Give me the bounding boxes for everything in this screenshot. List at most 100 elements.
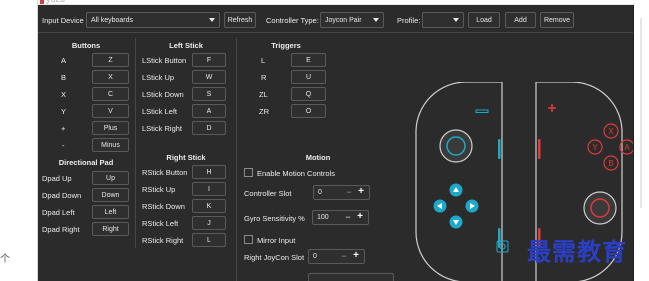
left-stick-section-title: Left Stick: [169, 41, 203, 50]
chevron-down-icon: [209, 18, 215, 22]
mirror-input-label: Mirror Input: [257, 236, 296, 245]
gyro-sensitivity-spinbox[interactable]: 100 − +: [312, 210, 369, 225]
lstick-button-binding[interactable]: F: [192, 53, 226, 67]
button-plus-binding[interactable]: Plus: [92, 121, 129, 135]
trigger-zr-label: ZR: [259, 107, 269, 116]
dpad-up-label: Dpad Up: [42, 174, 72, 183]
dpad-left-label: Dpad Left: [42, 208, 75, 217]
controller-type-select[interactable]: Joycon Pair: [320, 12, 384, 28]
chevron-down-icon: [373, 18, 379, 22]
page-scrollbar[interactable]: [640, 18, 642, 208]
y-button-glyph: Y: [592, 143, 598, 152]
dpad-section-title: Directional Pad: [58, 158, 114, 167]
right-joycon-slot-label: Right JoyCon Slot: [244, 253, 305, 262]
lstick-down-label: LStick Down: [142, 90, 184, 99]
right-joycon-slot-value: 0: [313, 253, 317, 260]
rstick-button-binding[interactable]: H: [192, 165, 226, 179]
profile-select[interactable]: [422, 12, 464, 28]
button-x-label: X: [61, 90, 67, 99]
motion-section-title: Motion: [305, 153, 331, 162]
enable-motion-checkbox[interactable]: [244, 168, 253, 177]
decrement-button[interactable]: −: [338, 251, 350, 261]
trigger-r-binding[interactable]: U: [291, 70, 326, 84]
rstick-right-binding[interactable]: L: [192, 233, 226, 247]
column-divider: [135, 38, 136, 248]
right-page-margin: [635, 0, 649, 281]
input-device-select[interactable]: All keyboards: [86, 12, 220, 28]
b-button-glyph: B: [608, 159, 613, 168]
lstick-down-binding[interactable]: S: [192, 87, 226, 101]
controller-slot-spinbox[interactable]: 0 − +: [313, 185, 370, 200]
watermark-logo: 最需教育: [527, 237, 627, 266]
button-x-binding[interactable]: C: [92, 87, 129, 101]
button-b-binding[interactable]: X: [92, 70, 129, 84]
trigger-zl-binding[interactable]: Q: [291, 87, 326, 101]
lstick-left-binding[interactable]: A: [192, 104, 226, 118]
left-edge-glyph: 个: [0, 254, 10, 265]
decrement-button[interactable]: −: [342, 212, 354, 222]
right-stick-icon: [583, 191, 617, 225]
button-minus-binding[interactable]: Minus: [92, 138, 129, 152]
triggers-section-title: Triggers: [271, 41, 301, 50]
increment-button[interactable]: +: [355, 186, 367, 197]
trigger-l-binding[interactable]: E: [291, 53, 326, 67]
increment-button[interactable]: +: [354, 211, 366, 222]
remove-button[interactable]: Remove: [540, 12, 574, 28]
right-rail-accent-top: [538, 139, 541, 159]
button-a-binding[interactable]: Z: [92, 53, 129, 67]
rstick-up-label: RStick Up: [142, 185, 176, 194]
load-button[interactable]: Load: [468, 12, 500, 28]
column-divider: [236, 38, 237, 281]
x-button-glyph: X: [608, 127, 614, 136]
dpad-up-binding[interactable]: Up: [92, 171, 129, 185]
gyro-sensitivity-value: 100: [317, 214, 329, 221]
dpad-down-binding[interactable]: Down: [92, 188, 129, 202]
controller-type-value: Joycon Pair: [325, 16, 362, 24]
profile-label: Profile:: [397, 16, 421, 25]
trigger-zl-label: ZL: [259, 90, 268, 99]
dpad-left-binding[interactable]: Left: [92, 205, 129, 219]
lstick-up-label: LStick Up: [142, 73, 175, 82]
button-minus-label: -: [62, 141, 65, 150]
dpad-right-binding[interactable]: Right: [92, 222, 129, 236]
button-y-binding[interactable]: V: [92, 104, 129, 118]
button-plus-label: +: [61, 124, 66, 133]
decrement-button[interactable]: −: [343, 187, 355, 197]
app-icon: [40, 0, 44, 4]
lstick-button-label: LStick Button: [142, 56, 187, 65]
lstick-right-label: LStick Right: [142, 124, 183, 133]
button-b-label: B: [61, 73, 67, 82]
rstick-button-label: RStick Button: [142, 168, 188, 177]
increment-button[interactable]: +: [350, 250, 362, 261]
rstick-right-label: RStick Right: [142, 236, 184, 245]
rstick-up-binding[interactable]: I: [192, 182, 226, 196]
lstick-up-binding[interactable]: W: [192, 70, 226, 84]
trigger-l-label: L: [261, 56, 266, 65]
input-device-value: All keyboards: [91, 16, 134, 24]
lstick-right-binding[interactable]: D: [192, 121, 226, 135]
button-a-label: A: [61, 56, 67, 65]
enable-motion-label: Enable Motion Controls: [257, 169, 335, 178]
dpad-right-label: Dpad Right: [42, 225, 80, 234]
controller-slot-value: 0: [318, 189, 322, 196]
window-title: yuzu: [46, 0, 65, 4]
additional-field-partial[interactable]: [308, 273, 394, 281]
mirror-input-checkbox[interactable]: [244, 235, 253, 244]
trigger-r-label: R: [261, 73, 267, 82]
add-button[interactable]: Add: [505, 12, 536, 28]
dpad-down-label: Dpad Down: [42, 191, 82, 200]
refresh-button[interactable]: Refresh: [224, 12, 256, 28]
trigger-zr-binding[interactable]: O: [291, 104, 326, 118]
right-joycon-slot-spinbox[interactable]: 0 − +: [308, 249, 365, 264]
a-button-glyph: A: [624, 143, 630, 152]
chevron-down-icon: [453, 18, 459, 22]
left-stick-icon: [439, 129, 473, 163]
button-y-label: Y: [61, 107, 67, 116]
left-page-strip: 个: [0, 0, 38, 281]
rstick-down-binding[interactable]: K: [192, 199, 226, 213]
input-device-label: Input Device: [42, 16, 84, 25]
lstick-left-label: LStick Left: [142, 107, 178, 116]
buttons-section-title: Buttons: [71, 41, 101, 50]
right-stick-section-title: Right Stick: [166, 153, 206, 162]
rstick-left-binding[interactable]: J: [192, 216, 226, 230]
